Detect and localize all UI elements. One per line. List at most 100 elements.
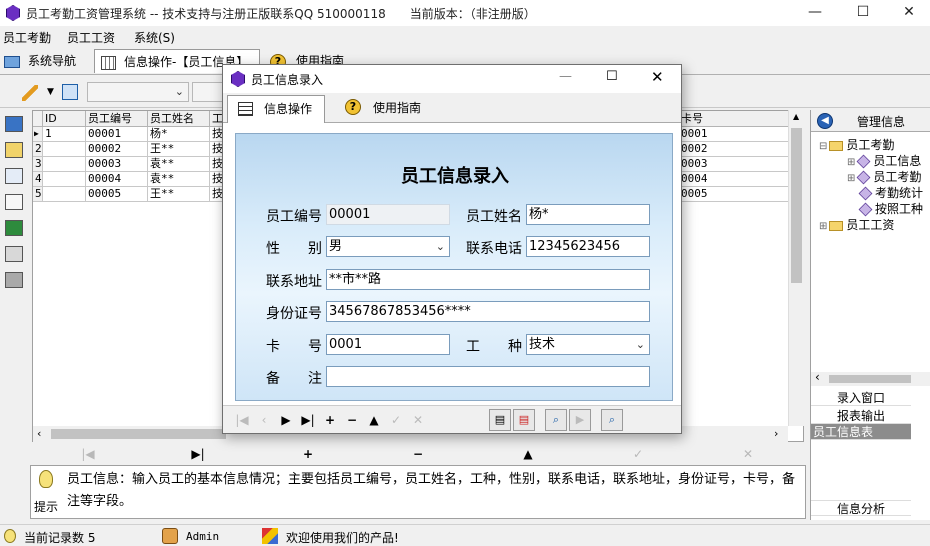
back-icon[interactable]: ◀ [817, 113, 833, 129]
scroll-thumb[interactable] [829, 375, 911, 383]
cell-code[interactable]: 00005 [86, 187, 148, 202]
prior-record-button[interactable]: ‹ [255, 411, 273, 429]
last-record-button[interactable]: ▶| [299, 411, 317, 429]
address-field[interactable]: **市**路 [326, 269, 650, 290]
cell-id[interactable] [43, 172, 86, 187]
tree-item[interactable]: ⊟ 员工考勤 [819, 136, 894, 153]
first-record-button[interactable]: |◀ [76, 445, 100, 463]
cell-card[interactable]: 0005 [679, 187, 803, 202]
row-indicator[interactable]: 4 [33, 172, 43, 187]
expand-icon[interactable]: ⊞ [847, 157, 855, 168]
work-type-select[interactable]: 技术 ⌄ [526, 334, 650, 355]
employee-code-field[interactable]: 00001 [326, 204, 450, 225]
cell-code[interactable]: 00002 [86, 142, 148, 157]
scroll-up-icon[interactable]: ▲ [793, 112, 799, 121]
column-header-card[interactable]: 卡号 [679, 111, 803, 127]
minimize-button[interactable]: — [792, 0, 838, 26]
employee-name-field[interactable]: 杨* [526, 204, 650, 225]
link-employee-table[interactable]: 员工信息表 [811, 424, 911, 440]
cell-card[interactable]: 0004 [679, 172, 803, 187]
menu-attendance[interactable]: 员工考勤 [3, 29, 51, 46]
gender-select[interactable]: 男 ⌄ [326, 236, 450, 257]
row-indicator[interactable]: 5 [33, 187, 43, 202]
operator-combo[interactable] [192, 82, 226, 102]
column-header-id[interactable]: ID [43, 111, 86, 127]
cell-code[interactable]: 00003 [86, 157, 148, 172]
play-icon[interactable]: ▶ [569, 409, 591, 431]
cell-name[interactable]: 杨* [148, 127, 210, 142]
add-record-button[interactable]: + [321, 411, 339, 429]
note-field[interactable] [326, 366, 650, 387]
preview-icon[interactable]: ⌕ [545, 409, 567, 431]
expand-icon[interactable]: ⊞ [819, 221, 827, 232]
row-indicator[interactable]: 2 [33, 142, 43, 157]
row-indicator[interactable]: 3 [33, 157, 43, 172]
cell-card[interactable]: 0002 [679, 142, 803, 157]
collapse-icon[interactable]: ⊟ [819, 141, 827, 152]
settings-icon[interactable] [5, 246, 23, 262]
tree-item[interactable]: 按照工种 [858, 200, 923, 217]
dialog-minimize-button[interactable]: — [559, 69, 572, 84]
dialog-close-button[interactable]: ✕ [651, 68, 664, 86]
list-icon[interactable] [5, 168, 23, 184]
cell-name[interactable]: 袁** [148, 157, 210, 172]
print-icon[interactable]: ▤ [489, 409, 511, 431]
last-record-button[interactable]: ▶| [186, 445, 210, 463]
search-icon[interactable] [62, 84, 78, 100]
cell-name[interactable]: 王** [148, 142, 210, 157]
link-entry-window[interactable]: 录入窗口 [811, 390, 911, 406]
cell-code[interactable]: 00001 [86, 127, 148, 142]
id-card-field[interactable]: 34567867853456**** [326, 301, 650, 322]
scroll-right-icon[interactable]: › [774, 427, 778, 440]
cancel-button[interactable]: ✕ [736, 445, 760, 463]
tab-system-nav[interactable]: 系统导航 [4, 49, 76, 73]
cell-id[interactable] [43, 142, 86, 157]
expand-icon[interactable]: ⊞ [847, 173, 855, 184]
post-button[interactable]: ✓ [387, 411, 405, 429]
tab-dialog-user-guide[interactable]: ? 使用指南 [335, 95, 435, 123]
delete-record-button[interactable]: − [406, 445, 430, 463]
tab-dialog-info-operation[interactable]: 信息操作 [227, 95, 325, 123]
scroll-left-icon[interactable]: ‹ [815, 370, 820, 384]
cell-id[interactable] [43, 157, 86, 172]
menu-system[interactable]: 系统(S) [134, 29, 175, 46]
delete-record-button[interactable]: − [343, 411, 361, 429]
phone-field[interactable]: 12345623456 [526, 236, 650, 257]
chart-icon[interactable] [5, 220, 23, 236]
chevron-down-icon[interactable]: ▼ [47, 87, 54, 97]
scroll-left-icon[interactable]: ‹ [37, 427, 41, 440]
menu-salary[interactable]: 员工工资 [67, 29, 115, 46]
monitor-icon[interactable] [5, 116, 23, 132]
print-export-icon[interactable]: ▤ [513, 409, 535, 431]
first-record-button[interactable]: |◀ [233, 411, 251, 429]
network-icon[interactable] [5, 142, 23, 158]
cell-code[interactable]: 00004 [86, 172, 148, 187]
document-icon[interactable] [5, 194, 23, 210]
move-up-button[interactable]: ▲ [365, 411, 383, 429]
trash-icon[interactable] [5, 272, 23, 288]
add-record-button[interactable]: + [296, 445, 320, 463]
maximize-button[interactable]: ☐ [840, 0, 886, 26]
tree-item[interactable]: ⊞ 员工信息 [847, 152, 921, 169]
link-info-analysis[interactable]: 信息分析 [811, 500, 911, 516]
tree-item[interactable]: ⊞ 员工工资 [819, 216, 894, 233]
cell-card[interactable]: 0001 [679, 127, 803, 142]
field-combo[interactable]: ⌄ [87, 82, 189, 102]
cell-card[interactable]: 0003 [679, 157, 803, 172]
cell-id[interactable] [43, 187, 86, 202]
move-up-button[interactable]: ▲ [516, 445, 540, 463]
scroll-thumb[interactable] [51, 429, 226, 439]
pencil-icon[interactable] [22, 85, 38, 101]
close-button[interactable]: ✕ [886, 0, 930, 26]
tree-item[interactable]: ⊞ 员工考勤 [847, 168, 921, 185]
post-button[interactable]: ✓ [626, 445, 650, 463]
scroll-thumb[interactable] [791, 128, 802, 283]
column-header-name[interactable]: 员工姓名 [148, 111, 210, 127]
column-header-code[interactable]: 员工编号 [86, 111, 148, 127]
cancel-button[interactable]: ✕ [409, 411, 427, 429]
dialog-maximize-button[interactable]: ☐ [606, 69, 618, 84]
link-report-output[interactable]: 报表输出 [811, 408, 911, 424]
search-icon[interactable]: ⌕ [601, 409, 623, 431]
cell-id[interactable]: 1 [43, 127, 86, 142]
cell-name[interactable]: 王** [148, 187, 210, 202]
